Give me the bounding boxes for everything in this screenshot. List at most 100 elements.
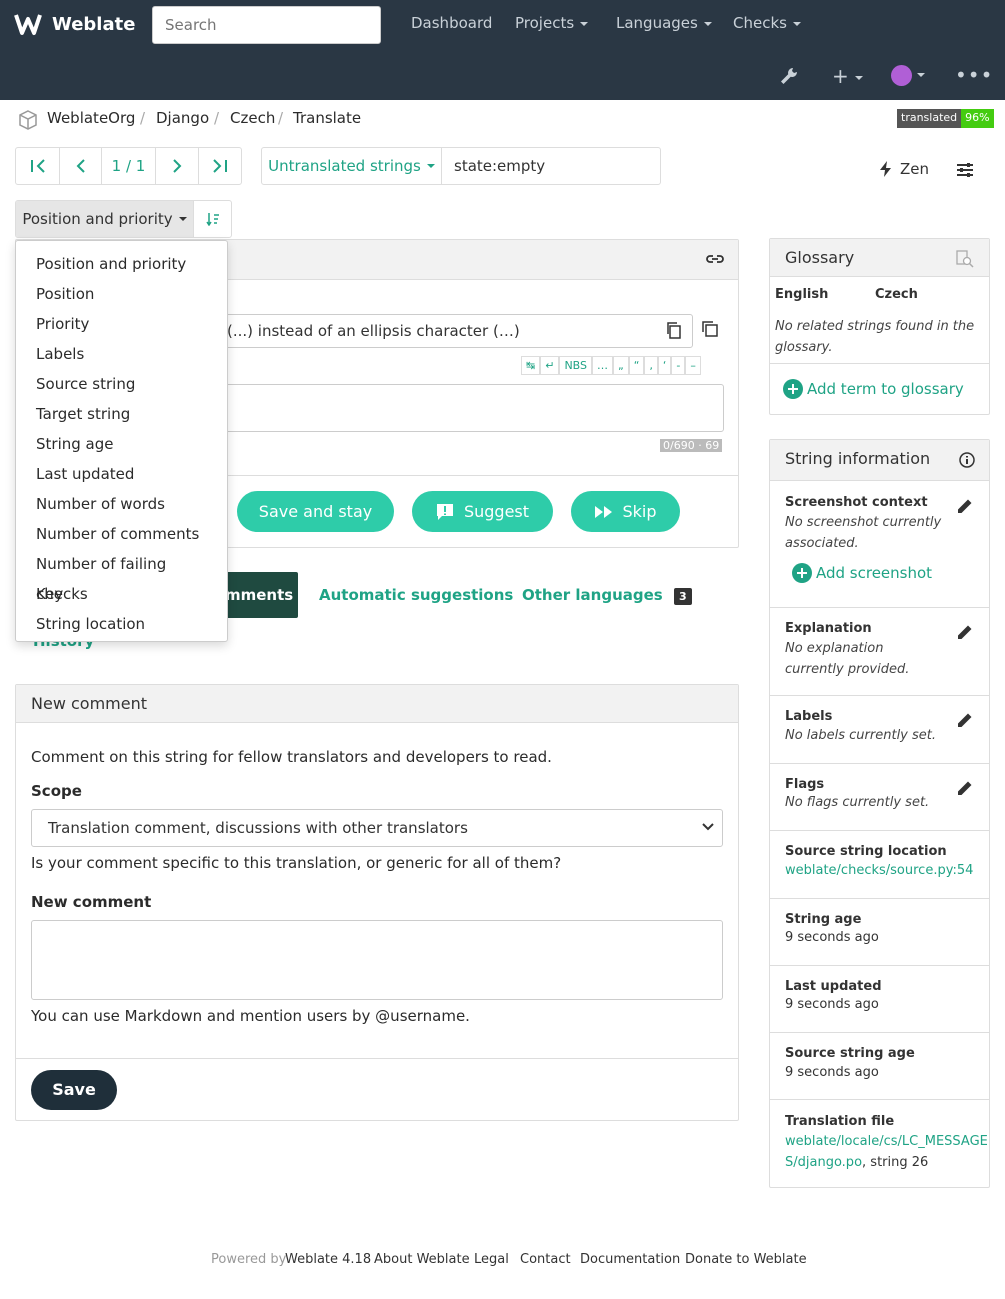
footer-legal-link[interactable]: Legal	[474, 1252, 509, 1267]
source-age-label: Source string age	[785, 1046, 915, 1061]
sort-option[interactable]: Priority	[16, 309, 227, 339]
edit-icon[interactable]	[955, 778, 975, 798]
first-button[interactable]	[16, 148, 60, 184]
zen-button[interactable]: Zen	[880, 160, 929, 178]
footer-version-link[interactable]: Weblate 4.18	[285, 1252, 371, 1267]
char-hyphen[interactable]: -	[671, 356, 686, 375]
translated-badge[interactable]: translated 96%	[897, 109, 994, 128]
sort-option[interactable]: Source string	[16, 369, 227, 399]
next-button[interactable]	[156, 148, 199, 184]
footer-documentation-link[interactable]: Documentation	[580, 1252, 680, 1267]
sort-dropdown[interactable]: Position and priority	[16, 201, 194, 237]
settings-sliders-icon[interactable]	[956, 161, 974, 179]
nav-checks-label: Checks	[733, 14, 787, 32]
footer-contact-link[interactable]: Contact	[520, 1252, 571, 1267]
glossary-col-czech: Czech	[875, 287, 918, 302]
sort-option[interactable]: Number of failing checks	[16, 549, 227, 603]
top-navbar: Weblate Dashboard Projects Languages Che…	[0, 0, 1005, 100]
breadcrumb-current: Translate	[293, 109, 362, 127]
tab-automatic-suggestions[interactable]: Automatic suggestions	[319, 586, 513, 604]
badge-label: translated	[897, 109, 962, 128]
scope-select[interactable]: Translation comment, discussions with ot…	[31, 809, 723, 847]
brand-logo[interactable]: Weblate	[14, 11, 135, 37]
sort-option[interactable]: Target string	[16, 399, 227, 429]
footer-donate-link[interactable]: Donate to Weblate	[685, 1252, 807, 1267]
sort-direction-button[interactable]	[194, 201, 231, 237]
source-location-link[interactable]: weblate/checks/source.py:54	[785, 863, 973, 878]
char-newline[interactable]: ↵	[540, 356, 560, 375]
add-term-button[interactable]: Add term to glossary	[783, 379, 964, 399]
char-dash[interactable]: –	[685, 356, 701, 375]
skip-button[interactable]: Skip	[571, 491, 680, 532]
divider	[770, 898, 989, 899]
suggest-button[interactable]: Suggest	[412, 491, 553, 532]
other-languages-count: 3	[673, 588, 692, 605]
add-menu[interactable]: +	[832, 64, 863, 88]
clone-icon[interactable]	[701, 320, 719, 338]
chevron-down-icon	[703, 21, 712, 26]
char-single-high[interactable]: ‘	[657, 356, 672, 375]
prev-button[interactable]	[60, 148, 102, 184]
divider	[770, 830, 989, 831]
sort-option[interactable]: Number of comments	[16, 519, 227, 549]
translation-file-link[interactable]: weblate/locale/cs/LC_MESSAGE	[785, 1134, 988, 1149]
char-low-quote[interactable]: „	[613, 356, 629, 375]
scope-help: Is your comment specific to this transla…	[31, 854, 562, 872]
sort-option[interactable]: Number of words	[16, 489, 227, 519]
footer-about-link[interactable]: About Weblate	[374, 1252, 470, 1267]
filter-query-input[interactable]: state:empty	[442, 148, 660, 184]
char-ellipsis[interactable]: …	[592, 356, 614, 375]
search-input[interactable]	[152, 6, 381, 44]
special-chars-toolbar: ↹ ↵ NBS … „ “ ‚ ‘ - –	[521, 356, 701, 375]
glossary-search-icon[interactable]	[956, 250, 974, 268]
chevron-down-icon[interactable]	[917, 73, 925, 77]
breadcrumb-project[interactable]: WeblateOrg	[47, 109, 135, 127]
info-icon[interactable]	[959, 452, 975, 468]
zen-label: Zen	[900, 160, 930, 178]
wrench-icon[interactable]	[779, 66, 799, 86]
string-age-label: String age	[785, 912, 862, 927]
suggest-label: Suggest	[463, 502, 530, 521]
char-tab[interactable]: ↹	[521, 356, 541, 375]
edit-icon[interactable]	[955, 622, 975, 642]
nav-dashboard[interactable]: Dashboard	[411, 14, 492, 32]
avatar[interactable]	[891, 65, 912, 86]
tab-other-languages[interactable]: Other languages 3	[522, 586, 692, 605]
sort-option[interactable]: Last updated	[16, 459, 227, 489]
sort-option[interactable]: String age	[16, 429, 227, 459]
char-high-quote[interactable]: “	[628, 356, 645, 375]
link-icon[interactable]	[706, 252, 724, 266]
add-screenshot-button[interactable]: Add screenshot	[792, 563, 932, 583]
flags-label: Flags	[785, 777, 825, 792]
filter-dropdown[interactable]: Untranslated strings	[262, 148, 442, 184]
char-nbsp[interactable]: NBS	[559, 356, 593, 375]
nav-languages[interactable]: Languages	[616, 14, 712, 32]
brand-name: Weblate	[52, 13, 136, 35]
new-comment-textarea[interactable]	[31, 920, 723, 1000]
footer-powered: Powered by	[211, 1252, 287, 1267]
save-and-stay-button[interactable]: Save and stay	[237, 491, 394, 532]
nav-projects[interactable]: Projects	[515, 14, 589, 32]
sort-option[interactable]: Position and priority	[16, 249, 227, 279]
sort-option[interactable]: String location	[16, 609, 227, 639]
explanation-value: No explanation currently provided.	[785, 641, 910, 677]
tab-other-languages-label: Other languages	[522, 586, 663, 604]
nav-checks[interactable]: Checks	[733, 14, 801, 32]
sort-option[interactable]: Labels	[16, 339, 227, 369]
breadcrumb-language[interactable]: Czech	[230, 109, 275, 127]
edit-icon[interactable]	[955, 710, 975, 730]
comment-exclamation-icon	[436, 503, 453, 520]
char-single-low[interactable]: ‚	[644, 356, 658, 375]
edit-icon[interactable]	[955, 496, 975, 516]
more-icon[interactable]: •••	[955, 63, 993, 87]
skip-label: Skip	[622, 502, 657, 521]
translation-file-link-cont[interactable]: S/django.po	[785, 1155, 862, 1170]
last-button[interactable]	[199, 148, 241, 184]
copy-icon[interactable]	[665, 321, 683, 339]
breadcrumb-component[interactable]: Django	[156, 109, 209, 127]
source-location-label: Source string location	[785, 844, 947, 859]
sort-option[interactable]: Key	[16, 579, 227, 609]
save-comment-button[interactable]: Save	[31, 1070, 117, 1110]
sort-option[interactable]: Position	[16, 279, 227, 309]
flags-value: No flags currently set.	[785, 795, 930, 810]
